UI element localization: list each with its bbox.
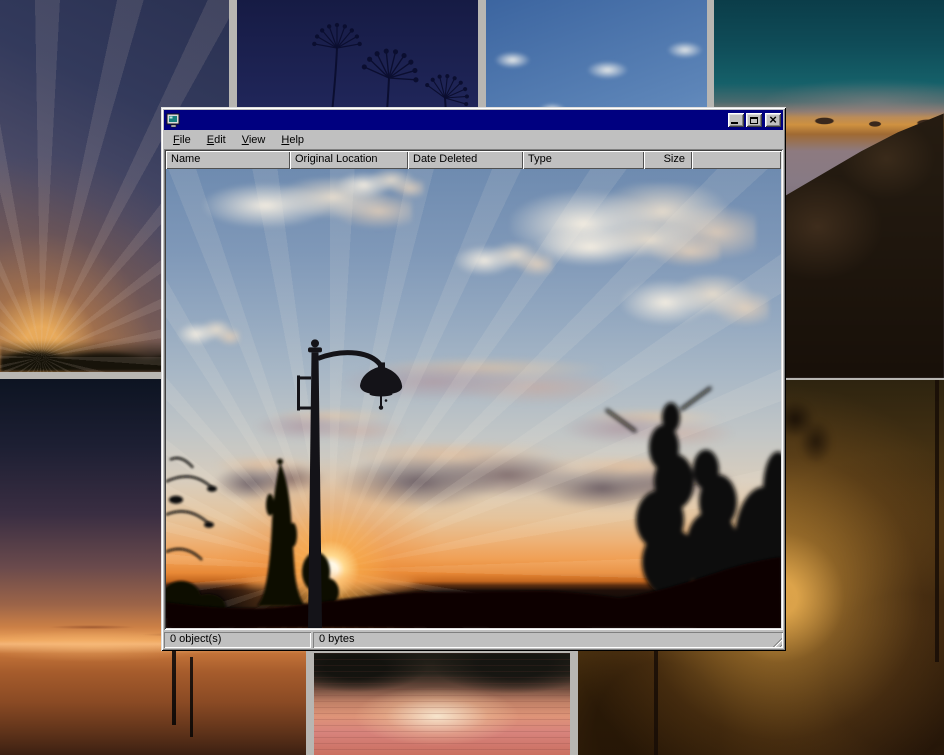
- minimize-icon: [731, 122, 738, 124]
- desktop: { "colors": { "titlebar": "#000080", "ch…: [0, 0, 944, 755]
- sunset-foreground-silhouettes: [166, 169, 781, 628]
- resize-grip[interactable]: [770, 635, 782, 647]
- column-header-name[interactable]: Name: [166, 151, 290, 169]
- column-header-original-location[interactable]: Original Location: [290, 151, 408, 169]
- left-branch-leaves: [169, 486, 217, 528]
- close-icon: ×: [769, 115, 777, 125]
- minimize-button[interactable]: [728, 113, 744, 127]
- menu-edit[interactable]: Edit: [199, 132, 234, 148]
- maximize-button[interactable]: [746, 113, 762, 127]
- computer-icon[interactable]: [166, 113, 181, 128]
- menu-help[interactable]: Help: [273, 132, 312, 148]
- close-button[interactable]: ×: [765, 113, 781, 127]
- column-header-size[interactable]: Size: [644, 151, 692, 169]
- file-list-area[interactable]: [166, 169, 781, 628]
- status-bar: 0 object(s) 0 bytes: [164, 632, 783, 648]
- left-branches-silhouette: [166, 458, 212, 560]
- status-size: 0 bytes: [313, 632, 783, 648]
- menu-view[interactable]: View: [234, 132, 274, 148]
- menu-file[interactable]: File: [165, 132, 199, 148]
- list-view-panel: Name Original Location Date Deleted Type…: [164, 149, 783, 630]
- recycle-bin-window: × File Edit View Help Name Original Loca…: [161, 107, 786, 651]
- column-header-filler[interactable]: [692, 151, 781, 169]
- status-size-text: 0 bytes: [319, 633, 354, 645]
- column-header-date-deleted[interactable]: Date Deleted: [408, 151, 523, 169]
- pole-silhouette: [935, 380, 939, 662]
- water-pole-silhouette: [172, 643, 176, 725]
- status-object-count: 0 object(s): [164, 632, 311, 648]
- title-bar[interactable]: ×: [164, 110, 783, 130]
- menu-bar: File Edit View Help: [164, 130, 783, 149]
- column-header-row: Name Original Location Date Deleted Type…: [166, 151, 781, 169]
- maximize-icon: [750, 117, 758, 124]
- window-controls: ×: [726, 113, 781, 127]
- wallpaper-tile-water-reflection: [314, 653, 570, 755]
- water-pole-silhouette: [190, 657, 193, 737]
- column-header-type[interactable]: Type: [523, 151, 644, 169]
